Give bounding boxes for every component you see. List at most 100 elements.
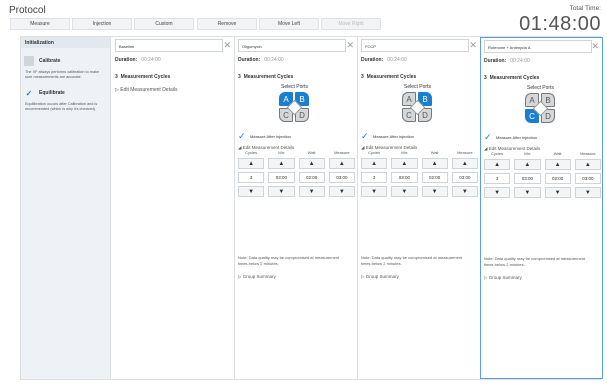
initialization-panel: Initialization Calibrate The XF always p… — [21, 37, 111, 379]
mix-header: Mix — [278, 150, 285, 155]
close-icon[interactable]: ✕ — [346, 40, 354, 51]
wait-value[interactable]: 02:00 — [298, 172, 325, 183]
wait-value[interactable]: 02:00 — [421, 172, 448, 183]
cycles-count: 3 — [361, 74, 364, 80]
check-icon[interactable]: ✓ — [24, 88, 34, 98]
close-icon[interactable]: ✕ — [469, 40, 477, 51]
cycles-label: Measurement Cycles — [489, 75, 540, 81]
equilibrate-note: Equilibration occurs after Calibration a… — [25, 102, 98, 111]
duration: Duration: 00:24:00 — [361, 57, 407, 63]
duration: Duration: 00:24:00 — [484, 58, 530, 64]
up-arrow-icon[interactable]: ▲ — [238, 158, 265, 169]
cycles-count: 3 — [238, 74, 241, 80]
up-arrow-icon[interactable]: ▲ — [328, 158, 355, 169]
measure-value[interactable]: 03:00 — [451, 172, 478, 183]
equilibrate-label: Equilibrate — [39, 90, 65, 96]
up-arrow-icon[interactable]: ▲ — [514, 159, 541, 170]
cycles-value[interactable]: 3 — [484, 173, 511, 184]
cycles-value[interactable]: 3 — [238, 172, 265, 183]
data-quality-note: Note: Data quality may be compromised at… — [238, 255, 340, 266]
wait-value[interactable]: 02:00 — [544, 173, 571, 184]
group-summary-label: Group Summary — [242, 274, 276, 279]
select-ports-label: Select Ports — [527, 85, 554, 91]
measurement-cycles: 3 Measurement Cycles — [115, 74, 170, 80]
duration-label: Duration: — [115, 57, 138, 63]
up-arrow-icon[interactable]: ▲ — [484, 159, 511, 170]
duration-value: 00:24:00 — [510, 58, 530, 64]
mix-value[interactable]: 03:00 — [391, 172, 418, 183]
up-arrow-icon[interactable]: ▲ — [361, 158, 388, 169]
measure-button[interactable]: Measure — [10, 18, 70, 30]
down-arrow-icon[interactable]: ▼ — [238, 186, 265, 197]
port-selector: A B C D — [279, 92, 310, 123]
remove-button[interactable]: Remove — [197, 18, 257, 30]
up-arrow-icon[interactable]: ▲ — [298, 158, 325, 169]
measure-value[interactable]: 03:00 — [574, 173, 601, 184]
initialization-heading: Initialization — [21, 37, 110, 48]
measure-after-injection-row[interactable]: ✓ Measure After Injection — [361, 131, 414, 142]
measure-header: Measure — [334, 150, 350, 155]
group-name-input[interactable]: Rotenone + Antimycin A — [484, 40, 592, 53]
duration-value: 00:24:00 — [387, 57, 407, 63]
close-icon[interactable]: ✕ — [591, 41, 599, 52]
group-name-input[interactable]: FCCP — [361, 39, 469, 52]
equilibrate-row[interactable]: ✓ Equilibrate — [24, 88, 110, 98]
up-arrow-icon[interactable]: ▲ — [574, 159, 601, 170]
mix-value[interactable]: 03:00 — [514, 173, 541, 184]
move-left-button[interactable]: Move Left — [259, 18, 319, 30]
measure-value[interactable]: 03:00 — [328, 172, 355, 183]
up-arrow-icon[interactable]: ▲ — [268, 158, 295, 169]
group-column-rotenone-antimycin[interactable]: Rotenone + Antimycin A ✕ Duration: 00:24:… — [480, 37, 603, 379]
group-summary-toggle[interactable]: ▷ Group Summary — [484, 275, 522, 281]
mix-value[interactable]: 03:00 — [268, 172, 295, 183]
duration-value: 00:24:00 — [264, 57, 284, 63]
down-arrow-icon[interactable]: ▼ — [574, 187, 601, 198]
move-right-button: Move Right — [321, 18, 381, 30]
group-name-input[interactable]: Oligomycin — [238, 39, 346, 52]
down-arrow-icon[interactable]: ▼ — [484, 187, 511, 198]
down-arrow-icon[interactable]: ▼ — [298, 186, 325, 197]
down-arrow-icon[interactable]: ▼ — [544, 187, 571, 198]
group-summary-toggle[interactable]: ▷ Group Summary — [238, 274, 276, 280]
up-arrow-icon[interactable]: ▲ — [544, 159, 571, 170]
close-icon[interactable]: ✕ — [223, 40, 231, 51]
wait-header: Wait — [307, 150, 316, 155]
measure-header: Measure — [580, 151, 596, 156]
measure-after-injection-row[interactable]: ✓ Measure After Injection — [238, 131, 291, 142]
down-arrow-icon[interactable]: ▼ — [451, 186, 478, 197]
select-ports-label: Select Ports — [404, 84, 431, 90]
check-icon[interactable]: ✓ — [361, 131, 369, 142]
down-arrow-icon[interactable]: ▼ — [328, 186, 355, 197]
group-name-input[interactable]: Baseline — [115, 39, 223, 52]
injection-button[interactable]: Injection — [72, 18, 132, 30]
calibrate-checkbox — [24, 56, 34, 66]
down-arrow-icon[interactable]: ▼ — [391, 186, 418, 197]
up-arrow-icon[interactable]: ▲ — [451, 158, 478, 169]
duration-label: Duration: — [484, 58, 507, 64]
port-selector: A B C D — [525, 93, 556, 124]
cycles-count: 3 — [115, 74, 118, 80]
measure-after-injection-row[interactable]: ✓ Measure After Injection — [484, 132, 537, 143]
cycles-label: Measurement Cycles — [243, 74, 294, 80]
measurement-cycles: 3 Measurement Cycles — [361, 74, 416, 80]
wait-header: Wait — [553, 151, 562, 156]
total-time-label: Total Time: — [569, 5, 601, 12]
check-icon[interactable]: ✓ — [238, 131, 246, 142]
group-column-oligomycin[interactable]: Oligomycin ✕ Duration: 00:24:00 3 Measure… — [235, 37, 358, 379]
up-arrow-icon[interactable]: ▲ — [421, 158, 448, 169]
custom-button[interactable]: Custom — [134, 18, 194, 30]
protocol-window: Protocol Total Time: 01:48:00 Measure In… — [0, 0, 607, 385]
down-arrow-icon[interactable]: ▼ — [514, 187, 541, 198]
edit-measurement-details-toggle[interactable]: ▷ Edit Measurement Details — [115, 87, 177, 93]
group-column-fccp[interactable]: FCCP ✕ Duration: 00:24:00 3 Measurement C… — [358, 37, 481, 379]
cycles-value[interactable]: 3 — [361, 172, 388, 183]
check-icon[interactable]: ✓ — [484, 132, 492, 143]
group-summary-label: Group Summary — [365, 274, 399, 279]
down-arrow-icon[interactable]: ▼ — [361, 186, 388, 197]
measurement-details-grid: Cycles Mix Wait Measure ▲ ▲ ▲ ▲ 3 03:00 … — [238, 150, 355, 197]
down-arrow-icon[interactable]: ▼ — [421, 186, 448, 197]
down-arrow-icon[interactable]: ▼ — [268, 186, 295, 197]
group-column-baseline[interactable]: Baseline ✕ Duration: 00:24:00 3 Measureme… — [112, 37, 235, 379]
up-arrow-icon[interactable]: ▲ — [391, 158, 418, 169]
group-summary-toggle[interactable]: ▷ Group Summary — [361, 274, 399, 280]
